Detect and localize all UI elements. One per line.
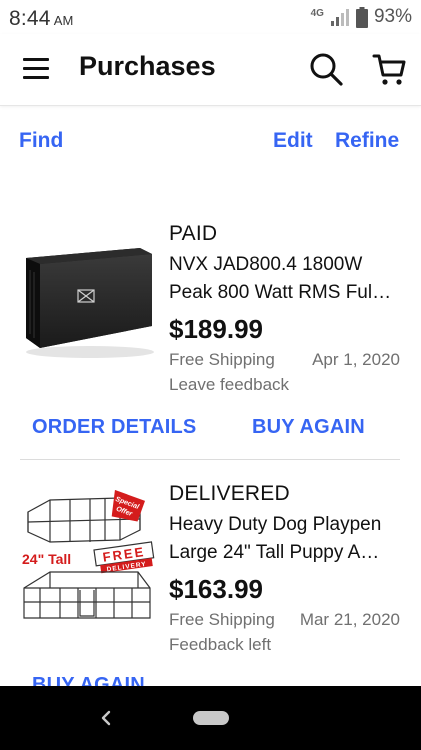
order-status: DELIVERED bbox=[169, 482, 290, 505]
find-link[interactable]: Find bbox=[19, 129, 63, 153]
item-title-line-2[interactable]: Large 24" Tall Puppy A… bbox=[169, 542, 409, 564]
order-date: Mar 21, 2020 bbox=[299, 610, 400, 629]
status-icons: 4G 93% bbox=[311, 6, 412, 28]
dog-playpen-image[interactable]: 24" Tall FREE DELIVERY Special Offer bbox=[20, 490, 158, 630]
feedback-status: Feedback left bbox=[169, 635, 272, 654]
status-bar: 8:44 AM 4G 93% bbox=[0, 0, 421, 34]
clock-ampm: AM bbox=[53, 13, 74, 28]
signal-icon bbox=[330, 9, 349, 26]
item-title-line-2[interactable]: Peak 800 Watt RMS Ful… bbox=[169, 282, 409, 304]
buy-again-button[interactable]: BUY AGAIN bbox=[252, 416, 365, 439]
back-icon[interactable] bbox=[96, 706, 116, 730]
item-title-line-1[interactable]: Heavy Duty Dog Playpen bbox=[169, 514, 409, 536]
shipping-info: Free Shipping bbox=[169, 350, 275, 369]
item-title-line-1[interactable]: NVX JAD800.4 1800W bbox=[169, 254, 409, 276]
tall-label: 24" Tall bbox=[22, 551, 71, 567]
clock-time: 8:44 bbox=[9, 7, 51, 30]
shopping-cart-icon[interactable] bbox=[371, 51, 407, 87]
order-date: Apr 1, 2020 bbox=[312, 350, 400, 369]
edit-link[interactable]: Edit bbox=[273, 129, 313, 153]
order-details-button[interactable]: ORDER DETAILS bbox=[32, 416, 196, 439]
home-pill-icon[interactable] bbox=[193, 711, 229, 725]
refine-link[interactable]: Refine bbox=[335, 129, 399, 153]
hamburger-menu-icon[interactable] bbox=[22, 55, 50, 83]
amplifier-image[interactable] bbox=[20, 230, 158, 370]
search-icon[interactable] bbox=[308, 51, 344, 87]
order-status: PAID bbox=[169, 222, 218, 245]
item-price: $163.99 bbox=[169, 574, 263, 604]
item-price: $189.99 bbox=[169, 314, 263, 344]
battery-icon bbox=[355, 6, 368, 28]
filter-bar: Find Edit Refine bbox=[0, 107, 421, 177]
battery-percent: 93% bbox=[373, 6, 412, 27]
page-title: Purchases bbox=[79, 51, 216, 81]
system-nav-bar bbox=[0, 686, 421, 750]
app-header: Purchases bbox=[0, 34, 421, 106]
order-divider bbox=[20, 459, 400, 460]
network-type-label: 4G bbox=[310, 8, 324, 19]
shipping-info: Free Shipping bbox=[169, 610, 275, 629]
leave-feedback-link[interactable]: Leave feedback bbox=[169, 375, 289, 395]
status-time: 8:44 AM bbox=[9, 7, 74, 31]
